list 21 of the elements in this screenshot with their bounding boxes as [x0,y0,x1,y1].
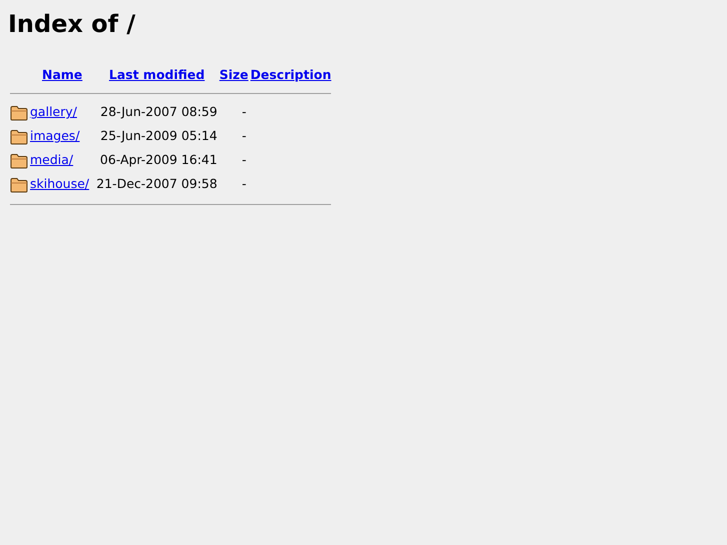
folder-link[interactable]: media/ [30,152,74,168]
modified-date: 21-Dec-2007 09:58 [96,176,218,192]
folder-link[interactable]: skihouse/ [30,176,90,192]
column-header-link[interactable]: Name [32,67,92,82]
size-text: - [242,152,246,168]
modified-date: 28-Jun-2007 08:59 [100,104,218,120]
size-text: - [242,104,246,120]
folder-icon [10,152,28,169]
folder-link[interactable]: images/ [30,128,80,144]
size-text: - [242,176,246,192]
folder-icon [10,128,28,145]
folder-icon [10,104,28,121]
modified-date: 06-Apr-2009 16:41 [100,152,218,168]
folder-icon [10,176,28,193]
column-header-link[interactable]: Description [250,67,332,82]
folder-link[interactable]: gallery/ [30,104,77,120]
page-title: Index of / [8,9,136,40]
size-text: - [242,128,246,144]
column-header-link[interactable]: Size [219,67,248,82]
column-header-link[interactable]: Last modified [109,67,205,82]
modified-date: 25-Jun-2009 05:14 [100,128,218,144]
